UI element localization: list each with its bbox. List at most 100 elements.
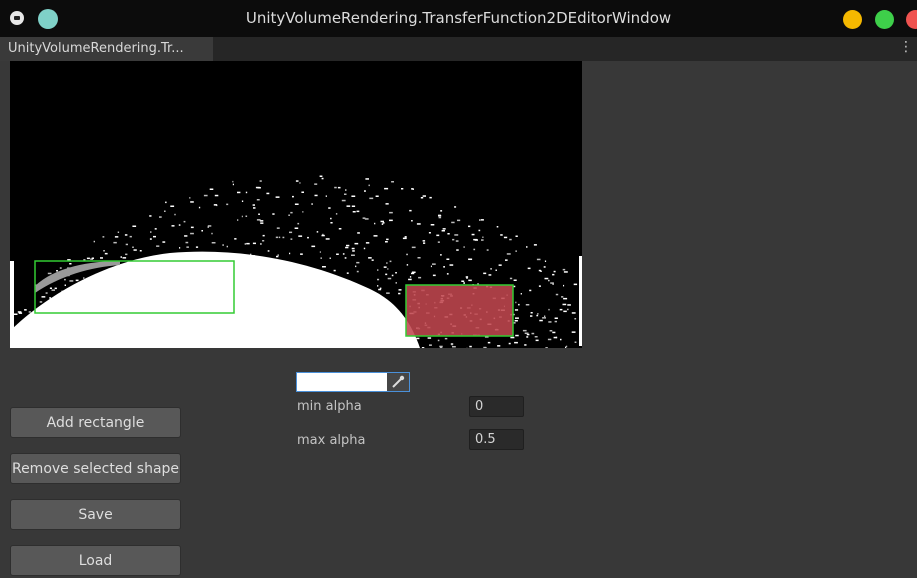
save-button[interactable]: Save [10,499,181,530]
histogram-point [321,177,324,180]
histogram-point [438,215,442,217]
minimize-button[interactable] [843,10,862,29]
histogram-canvas[interactable] [10,61,582,350]
histogram-point [338,228,342,230]
max-alpha-input[interactable]: 0.5 [469,429,524,450]
histogram-point [527,267,531,270]
histogram-point [117,231,120,233]
histogram-point [573,283,578,286]
histogram-point [429,196,432,199]
histogram-point [159,216,162,218]
histogram-point [211,242,216,244]
histogram-point [515,301,517,304]
histogram-point [185,241,189,244]
histogram-point [495,269,497,271]
transfer-rectangle-2[interactable] [405,284,514,337]
histogram-point [441,230,445,232]
histogram-point [311,203,313,205]
histogram-point [473,238,478,241]
histogram-point [473,248,476,251]
histogram-point [47,272,52,275]
histogram-point [518,303,520,306]
histogram-point [384,187,389,190]
histogram-point [321,234,325,237]
histogram-point [262,234,265,237]
histogram-point [515,250,517,252]
histogram-point [552,273,555,276]
histogram-point [536,314,539,317]
histogram-point [289,252,291,255]
histogram-point [329,257,331,259]
histogram-point [355,265,357,268]
histogram-point [226,203,229,206]
histogram-point [552,331,556,334]
remove-selected-shape-button[interactable]: Remove selected shape [10,453,181,484]
histogram-point [222,244,224,246]
histogram-point [567,308,569,311]
histogram-point [377,278,380,281]
histogram-point [550,282,554,284]
histogram-point [468,258,473,260]
histogram-point [416,223,421,225]
histogram-point [51,289,55,291]
histogram-point [440,210,443,212]
histogram-point [69,280,74,282]
maximize-button[interactable] [875,10,894,29]
histogram-point [365,242,370,244]
title-bar: UnityVolumeRendering.TransferFunction2DE… [0,0,917,37]
histogram-point [483,346,487,349]
histogram-svg [10,175,582,350]
histogram-point [432,263,436,265]
histogram-point [290,238,293,240]
histogram-point [567,304,571,306]
tab-transfer-function[interactable]: UnityVolumeRendering.Tr... [0,37,213,61]
max-alpha-label: max alpha [297,433,366,448]
histogram-point [520,293,522,295]
histogram-point [190,232,194,235]
histogram-point [534,336,538,338]
histogram-point [69,263,72,265]
histogram-point [178,224,181,226]
histogram-point [295,180,299,182]
histogram-point [75,279,79,282]
histogram-point [56,270,58,272]
histogram-point [257,187,261,189]
histogram-point [368,257,372,259]
histogram-point [522,329,527,332]
histogram-point [574,341,577,343]
histogram-point [560,338,562,341]
histogram-point [395,282,397,284]
eyedropper-icon[interactable] [387,373,409,391]
histogram-point [114,236,119,238]
load-button[interactable]: Load [10,545,181,576]
min-alpha-input[interactable]: 0 [469,396,524,417]
histogram-point [514,320,518,322]
histogram-point [380,220,384,223]
histogram-point [382,222,385,224]
color-field[interactable] [296,372,410,392]
histogram-point [451,221,455,224]
kebab-menu-icon[interactable]: ⋮ [899,39,913,55]
histogram-point [490,268,492,270]
histogram-point [325,195,327,197]
histogram-point [457,219,461,222]
histogram-point [417,257,421,259]
histogram-point [440,254,442,256]
histogram-left-edge [10,261,14,331]
histogram-point [430,224,435,226]
histogram-point [342,253,345,255]
histogram-point [24,309,27,311]
histogram-point [232,183,234,186]
histogram-point [344,257,347,259]
histogram-point [356,270,359,273]
histogram-point [354,242,359,245]
add-rectangle-button[interactable]: Add rectangle [10,407,181,438]
histogram-point [406,264,409,266]
histogram-point [266,192,270,195]
histogram-point [381,223,384,225]
histogram-point [486,249,489,251]
histogram-point [418,276,422,279]
histogram-point [319,175,323,177]
histogram-point [357,232,360,234]
histogram-point [389,211,393,214]
